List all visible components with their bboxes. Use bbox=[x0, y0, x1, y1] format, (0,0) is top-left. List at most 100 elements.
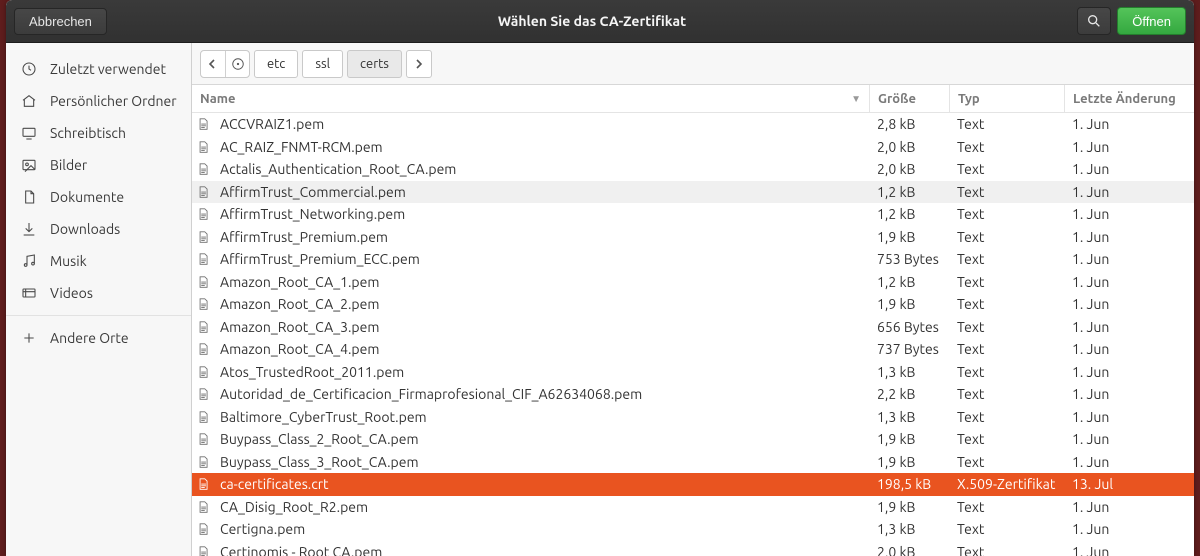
file-icon bbox=[192, 342, 214, 356]
breadcrumb-item[interactable]: certs bbox=[347, 50, 402, 78]
file-mtime: 1. Jun bbox=[1064, 319, 1194, 335]
file-size: 656 Bytes bbox=[869, 319, 949, 335]
chevron-right-icon bbox=[414, 59, 424, 69]
sidebar-item-label: Persönlicher Ordner bbox=[50, 93, 177, 109]
sidebar-item-video[interactable]: Videos bbox=[6, 277, 191, 309]
file-row[interactable]: CA_Disig_Root_R2.pem1,9 kBText1. Jun bbox=[192, 496, 1194, 519]
sidebar-item-clock[interactable]: Zuletzt verwendet bbox=[6, 53, 191, 85]
file-row[interactable]: ACCVRAIZ1.pem2,8 kBText1. Jun bbox=[192, 113, 1194, 136]
file-list: Name ▼ Größe Typ Letzte Änderung ACCVRAI… bbox=[192, 85, 1194, 556]
file-row[interactable]: Actalis_Authentication_Root_CA.pem2,0 kB… bbox=[192, 158, 1194, 181]
file-size: 1,9 kB bbox=[869, 454, 949, 470]
file-icon bbox=[192, 455, 214, 469]
file-name: Buypass_Class_2_Root_CA.pem bbox=[220, 431, 419, 447]
file-chooser-dialog: Abbrechen Wählen Sie das CA-Zertifikat Ö… bbox=[6, 0, 1194, 556]
file-row[interactable]: Amazon_Root_CA_2.pem1,9 kBText1. Jun bbox=[192, 293, 1194, 316]
file-mtime: 1. Jun bbox=[1064, 341, 1194, 357]
file-mtime: 1. Jun bbox=[1064, 229, 1194, 245]
file-icon bbox=[192, 162, 214, 176]
file-name: ca-certificates.crt bbox=[220, 476, 329, 492]
file-icon bbox=[192, 500, 214, 514]
file-row[interactable]: Atos_TrustedRoot_2011.pem1,3 kBText1. Ju… bbox=[192, 361, 1194, 384]
open-button[interactable]: Öffnen bbox=[1117, 7, 1186, 35]
file-type: Text bbox=[949, 341, 1064, 357]
sidebar-item-image[interactable]: Bilder bbox=[6, 149, 191, 181]
sidebar-item-label: Andere Orte bbox=[50, 330, 129, 346]
file-mtime: 1. Jun bbox=[1064, 274, 1194, 290]
file-row[interactable]: Amazon_Root_CA_1.pem1,2 kBText1. Jun bbox=[192, 271, 1194, 294]
sidebar-item-label: Zuletzt verwendet bbox=[50, 61, 166, 77]
file-size: 1,9 kB bbox=[869, 431, 949, 447]
file-name: Buypass_Class_3_Root_CA.pem bbox=[220, 454, 419, 470]
sidebar-item-home[interactable]: Persönlicher Ordner bbox=[6, 85, 191, 117]
file-type: Text bbox=[949, 499, 1064, 515]
file-mtime: 1. Jun bbox=[1064, 139, 1194, 155]
file-row[interactable]: Buypass_Class_2_Root_CA.pem1,9 kBText1. … bbox=[192, 428, 1194, 451]
file-mtime: 1. Jun bbox=[1064, 386, 1194, 402]
cancel-button[interactable]: Abbrechen bbox=[14, 8, 107, 35]
file-name: Amazon_Root_CA_4.pem bbox=[220, 341, 379, 357]
sidebar-item-label: Musik bbox=[50, 253, 87, 269]
file-row[interactable]: AC_RAIZ_FNMT-RCM.pem2,0 kBText1. Jun bbox=[192, 136, 1194, 159]
file-row[interactable]: AffirmTrust_Premium.pem1,9 kBText1. Jun bbox=[192, 226, 1194, 249]
breadcrumb-item[interactable]: ssl bbox=[302, 50, 343, 78]
sidebar-item-download[interactable]: Downloads bbox=[6, 213, 191, 245]
col-header-size[interactable]: Größe bbox=[869, 85, 949, 112]
file-row[interactable]: Certinomis - Root CA.pem2,0 kBText1. Jun bbox=[192, 541, 1194, 556]
file-type: Text bbox=[949, 386, 1064, 402]
file-mtime: 1. Jun bbox=[1064, 499, 1194, 515]
music-icon bbox=[20, 252, 38, 270]
nav-root-button[interactable] bbox=[225, 51, 249, 77]
file-name: Amazon_Root_CA_1.pem bbox=[220, 274, 379, 290]
file-size: 2,0 kB bbox=[869, 544, 949, 556]
download-icon bbox=[20, 220, 38, 238]
file-row[interactable]: AffirmTrust_Commercial.pem1,2 kBText1. J… bbox=[192, 181, 1194, 204]
file-row[interactable]: ca-certificates.crt198,5 kBX.509-Zertifi… bbox=[192, 473, 1194, 496]
sort-indicator-icon: ▼ bbox=[851, 93, 861, 105]
file-mtime: 1. Jun bbox=[1064, 431, 1194, 447]
file-row[interactable]: Buypass_Class_3_Root_CA.pem1,9 kBText1. … bbox=[192, 451, 1194, 474]
file-type: Text bbox=[949, 229, 1064, 245]
col-header-mtime[interactable]: Letzte Änderung bbox=[1064, 85, 1194, 112]
file-row[interactable]: AffirmTrust_Networking.pem1,2 kBText1. J… bbox=[192, 203, 1194, 226]
sidebar-item-music[interactable]: Musik bbox=[6, 245, 191, 277]
col-header-type[interactable]: Typ bbox=[949, 85, 1064, 112]
file-row[interactable]: Amazon_Root_CA_4.pem 737 BytesText1. Jun bbox=[192, 338, 1194, 361]
file-name: AC_RAIZ_FNMT-RCM.pem bbox=[220, 139, 383, 155]
file-size: 1,2 kB bbox=[869, 274, 949, 290]
sidebar-item-desktop[interactable]: Schreibtisch bbox=[6, 117, 191, 149]
file-type: Text bbox=[949, 161, 1064, 177]
document-icon bbox=[20, 188, 38, 206]
sidebar-item-document[interactable]: Dokumente bbox=[6, 181, 191, 213]
pathbar: etcsslcerts bbox=[192, 43, 1194, 85]
file-row[interactable]: AffirmTrust_Premium_ECC.pem753 BytesText… bbox=[192, 248, 1194, 271]
file-name: Certinomis - Root CA.pem bbox=[220, 544, 382, 556]
file-mtime: 13. Jul bbox=[1064, 476, 1194, 492]
file-mtime: 1. Jun bbox=[1064, 364, 1194, 380]
file-icon bbox=[192, 117, 214, 131]
col-header-name-label: Name bbox=[200, 92, 235, 106]
file-name: Baltimore_CyberTrust_Root.pem bbox=[220, 409, 427, 425]
file-size: 737 Bytes bbox=[869, 341, 949, 357]
file-icon bbox=[192, 477, 214, 491]
image-icon bbox=[20, 156, 38, 174]
file-row[interactable]: Amazon_Root_CA_3.pem656 BytesText1. Jun bbox=[192, 316, 1194, 339]
breadcrumb-item[interactable]: etc bbox=[254, 50, 298, 78]
file-icon bbox=[192, 252, 214, 266]
file-mtime: 1. Jun bbox=[1064, 206, 1194, 222]
col-header-name[interactable]: Name ▼ bbox=[192, 92, 869, 106]
nav-back-button[interactable] bbox=[201, 51, 225, 77]
file-type: X.509-Zertifikat bbox=[949, 476, 1064, 492]
headerbar: Abbrechen Wählen Sie das CA-Zertifikat Ö… bbox=[6, 0, 1194, 43]
file-icon bbox=[192, 185, 214, 199]
file-name: AffirmTrust_Premium_ECC.pem bbox=[220, 251, 420, 267]
file-row[interactable]: Autoridad_de_Certificacion_Firmaprofesio… bbox=[192, 383, 1194, 406]
nav-forward-button[interactable] bbox=[406, 50, 432, 78]
file-row[interactable]: Baltimore_CyberTrust_Root.pem1,3 kBText1… bbox=[192, 406, 1194, 429]
path-nav bbox=[200, 50, 250, 78]
search-button[interactable] bbox=[1077, 7, 1111, 35]
file-size: 2,8 kB bbox=[869, 116, 949, 132]
file-name: AffirmTrust_Networking.pem bbox=[220, 206, 405, 222]
file-row[interactable]: Certigna.pem1,3 kBText1. Jun bbox=[192, 518, 1194, 541]
sidebar-item-other-locations[interactable]: Andere Orte bbox=[6, 322, 191, 354]
